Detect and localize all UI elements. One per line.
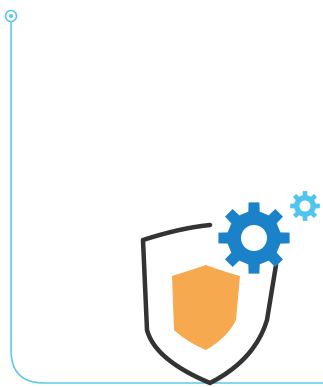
gear-small-body	[290, 191, 320, 221]
timeline-line	[10, 20, 323, 384]
gear-large-body	[218, 202, 290, 274]
gear-icon-large	[218, 202, 290, 274]
illustration-svg	[4, 9, 323, 386]
security-settings-illustration	[0, 0, 323, 387]
timeline-start-dot-inner	[9, 14, 13, 18]
gear-icon-small	[290, 191, 320, 221]
shield-icon	[172, 265, 240, 350]
timeline-connector	[4, 9, 323, 384]
